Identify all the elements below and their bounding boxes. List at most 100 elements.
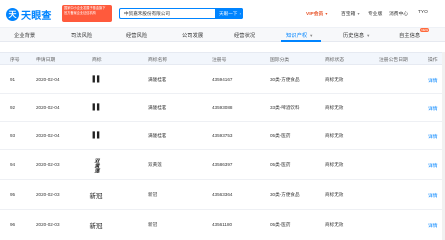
nav-user[interactable]: TYO: [418, 10, 428, 15]
row-index: 92: [10, 105, 16, 110]
table-row: 95 2020-02-03 新冠 新冠 43563364 30类-方便食品 商标…: [0, 180, 445, 210]
row-index: 91: [10, 77, 16, 82]
row-index: 95: [10, 192, 16, 197]
row-category: 33类-啤酒饮料: [270, 105, 300, 110]
row-index: 94: [10, 162, 16, 167]
row-date: 2020-02-03: [36, 222, 60, 227]
trademark-image[interactable]: 新冠: [86, 217, 106, 233]
tab-label: 自主信息: [399, 33, 421, 39]
table-row: 94 2020-02-03 双黄莲 双黄莲 43586397 05类-医药 商标…: [0, 150, 445, 180]
tab-operating-risk[interactable]: 经营风险: [126, 31, 147, 39]
trademark-image[interactable]: 双黄莲: [88, 156, 106, 174]
nav-toolbox[interactable]: 百宝箱 ▼: [341, 10, 360, 17]
row-status: 商标无效: [325, 133, 344, 138]
tab-label: 经营状况: [234, 33, 256, 39]
column-header: 操作: [428, 58, 438, 63]
column-header: 序号: [10, 58, 20, 63]
trademark-image-mark: ▐ ▌: [90, 103, 102, 111]
top-header: 天 天眼查 国家中小企业发展子基金旗下 官方备案企业征信机构 中贸嘉禾股份有限公…: [0, 0, 445, 28]
nav-toolbox-label: 百宝箱: [341, 12, 356, 17]
row-trademark-name: 满陇桂茗: [148, 105, 167, 110]
nav-consume-center[interactable]: 消费中心: [389, 10, 408, 17]
row-reg-no: 43586397: [212, 162, 233, 167]
nav-pro[interactable]: 专业版: [368, 10, 382, 17]
column-header: 国际分类: [270, 58, 290, 63]
table-row: 93 2020-02-04 ▐ ▌ 满陇桂茗 43593753 05类-医药 商…: [0, 122, 445, 150]
trademark-image[interactable]: ▐ ▌: [89, 128, 103, 142]
detail-link[interactable]: 详情: [428, 162, 438, 169]
trademark-image[interactable]: ▐ ▌: [89, 100, 103, 114]
detail-link[interactable]: 详情: [428, 133, 438, 140]
tab-history[interactable]: 历史信息 ▼: [343, 31, 370, 39]
row-date: 2020-02-03: [36, 192, 60, 197]
search-box[interactable]: 中贸嘉禾股份有限公司 天眼一下 ›: [119, 8, 243, 19]
row-index: 96: [10, 222, 16, 227]
table-row: 91 2020-02-04 ▐ ▌ 满陇桂茗 43594167 30类-方便食品…: [0, 66, 445, 94]
row-category: 05类-医药: [270, 162, 291, 167]
row-trademark-name: 新冠: [148, 222, 158, 227]
vip-label: VIP会员: [306, 12, 324, 17]
table-row: 92 2020-02-04 ▐ ▌ 满陇桂茗 43593088 33类-啤酒饮料…: [0, 94, 445, 122]
chevron-right-icon: ›: [239, 11, 242, 16]
new-badge: NEW: [420, 28, 430, 32]
column-header: 注册号: [212, 58, 227, 63]
trademark-image-mark: ▐ ▌: [90, 131, 102, 139]
row-date: 2020-02-04: [36, 105, 60, 110]
trademark-image[interactable]: ▐ ▌: [89, 72, 103, 86]
tab-self-info[interactable]: 自主信息 NEW: [399, 28, 430, 39]
row-reg-no: 43561180: [212, 222, 233, 227]
chevron-down-icon: ▼: [366, 33, 371, 38]
tab-label: 司法风险: [71, 33, 93, 39]
table-row: 96 2020-02-03 新冠 新冠 43561180 05类-医药 商标无效…: [0, 210, 445, 240]
tab-bar: 企业背景 司法风险 经营风险 公司发展 经营状况 知识产权 ▼ 历史信息 ▼ 自主信…: [0, 28, 445, 42]
trademark-image-mark: 新冠: [89, 222, 103, 230]
detail-link[interactable]: 详情: [428, 105, 438, 112]
chevron-down-icon: ▼: [356, 12, 361, 16]
logo-text: 天眼查: [21, 10, 52, 22]
row-trademark-name: 满陇桂茗: [148, 77, 167, 82]
column-header: 商标名称: [148, 58, 168, 63]
column-header: 注册公告日期: [379, 58, 408, 63]
search-input[interactable]: 中贸嘉禾股份有限公司: [124, 11, 170, 17]
tab-intellectual-property[interactable]: 知识产权 ▼: [286, 31, 313, 39]
tab-judicial-risk[interactable]: 司法风险: [71, 31, 92, 39]
row-category: 05类-医药: [270, 133, 291, 138]
tab-label: 公司发展: [182, 33, 204, 39]
row-reg-no: 43594167: [212, 77, 233, 82]
tab-company-background[interactable]: 企业背景: [14, 31, 35, 39]
detail-link[interactable]: 详情: [428, 77, 438, 84]
row-status: 商标无效: [325, 105, 344, 110]
row-trademark-name: 满陇桂茗: [148, 133, 167, 138]
row-status: 商标无效: [325, 192, 344, 197]
row-date: 2020-02-04: [36, 77, 60, 82]
search-button-label: 天眼一下: [219, 11, 238, 16]
tab-label: 历史信息: [343, 33, 365, 39]
row-date: 2020-02-04: [36, 133, 60, 138]
tab-operating-status[interactable]: 经营状况: [234, 31, 255, 39]
row-trademark-name: 新冠: [148, 192, 158, 197]
tab-label: 企业背景: [14, 33, 36, 39]
active-tab-indicator: [281, 40, 321, 42]
row-reg-no: 43563364: [212, 192, 233, 197]
promo-line-2: 官方备案企业征信机构: [64, 10, 96, 15]
tab-company-development[interactable]: 公司发展: [182, 31, 203, 39]
row-category: 30类-方便食品: [270, 192, 300, 197]
tab-label: 知识产权: [286, 33, 308, 39]
detail-link[interactable]: 详情: [428, 192, 438, 199]
logo-icon: 天: [6, 7, 19, 21]
trademark-image-mark: 双黄莲: [93, 157, 100, 173]
search-button[interactable]: 天眼一下 ›: [215, 8, 243, 19]
promo-banner[interactable]: 国家中小企业发展子基金旗下 官方备案企业征信机构: [62, 5, 112, 22]
table-header: 序号 申请日期 商标 商标名称 注册号 国际分类 商标状态 注册公告日期 操作: [0, 52, 445, 65]
column-header: 商标状态: [325, 58, 345, 63]
trademark-image[interactable]: 新冠: [86, 187, 106, 203]
trademark-image-mark: 新冠: [89, 192, 103, 200]
row-reg-no: 43593088: [212, 105, 233, 110]
logo[interactable]: 天 天眼查: [6, 6, 52, 22]
vip-link[interactable]: VIP会员 ▼: [306, 10, 328, 17]
column-header: 商标: [92, 58, 102, 63]
detail-link[interactable]: 详情: [428, 222, 438, 229]
trademark-image-mark: ▐ ▌: [90, 75, 102, 83]
row-index: 93: [10, 133, 16, 138]
chevron-down-icon: ▼: [309, 33, 314, 38]
